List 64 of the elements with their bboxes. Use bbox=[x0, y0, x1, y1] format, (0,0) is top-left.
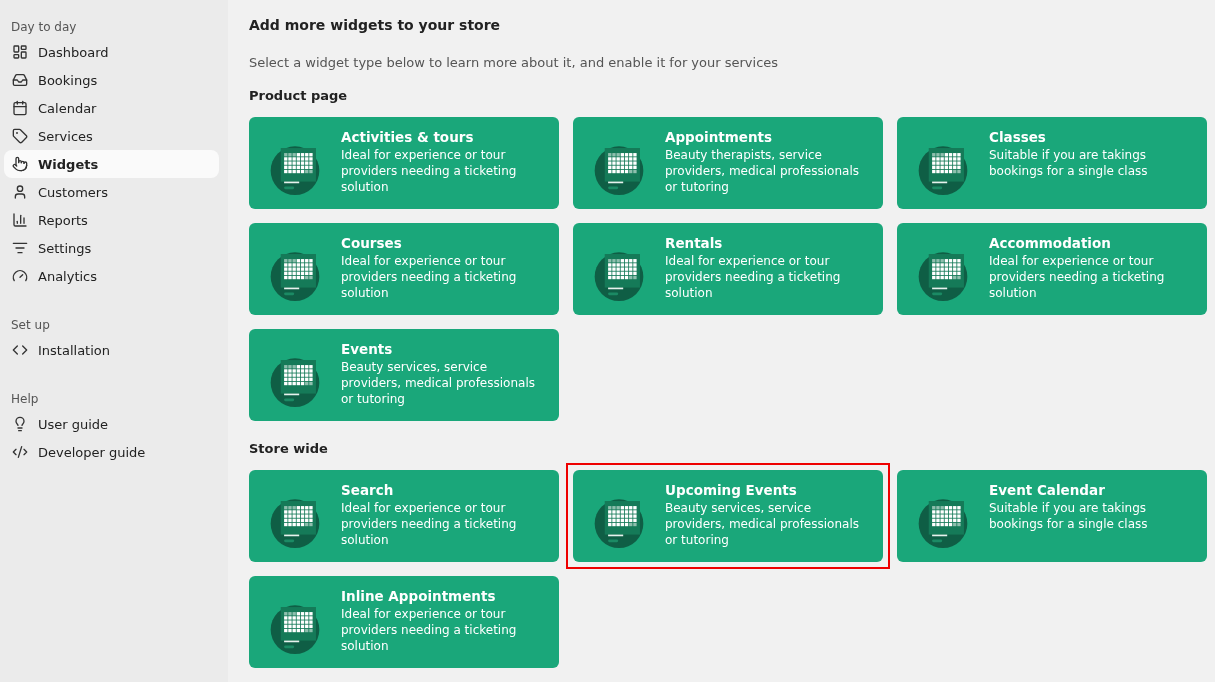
nav-item[interactable]: Bookings bbox=[4, 66, 219, 94]
nav-label: Bookings bbox=[38, 72, 98, 88]
nav-label: Installation bbox=[38, 342, 110, 358]
widget-description: Beauty services, service providers, medical professionals or tutoring bbox=[341, 359, 536, 407]
widget-description: Ideal for experience or tour providers needing a ticketing solution bbox=[341, 253, 518, 301]
group-heading: Store wide bbox=[249, 441, 329, 457]
nav-item[interactable]: Analytics bbox=[4, 262, 219, 290]
tag-icon bbox=[12, 128, 28, 144]
lines-icon bbox=[12, 240, 28, 256]
calendar-icon bbox=[12, 100, 28, 116]
page-title: Add more widgets to your store bbox=[249, 16, 502, 35]
group-heading: Product page bbox=[249, 88, 349, 104]
nav-label: Dashboard bbox=[38, 44, 109, 60]
nav-item[interactable]: Settings bbox=[4, 234, 219, 262]
widget-description: Ideal for experience or tour providers needing a ticketing solution bbox=[341, 500, 518, 548]
nav-item[interactable]: Installation bbox=[4, 336, 219, 364]
widget-description: Ideal for experience or tour providers needing a ticketing solution bbox=[341, 606, 518, 654]
widget-title: Activities & tours bbox=[341, 128, 475, 147]
widget-title: Rentals bbox=[665, 234, 724, 253]
nav-label: Analytics bbox=[38, 268, 98, 284]
widget-description: Beauty services, service providers, medical professionals or tutoring bbox=[665, 500, 860, 548]
person-icon bbox=[12, 184, 28, 200]
bar-chart-icon bbox=[12, 212, 28, 228]
widget-description: Beauty therapists, service providers, medical professionals or tutoring bbox=[665, 147, 860, 195]
nav-label: Developer guide bbox=[38, 444, 146, 460]
nav-label: User guide bbox=[38, 416, 109, 432]
gauge-icon bbox=[12, 268, 28, 284]
inbox-icon bbox=[12, 72, 28, 88]
nav-item[interactable]: Reports bbox=[4, 206, 219, 234]
widget-title: Search bbox=[341, 481, 395, 500]
code-icon bbox=[12, 444, 28, 460]
page-subtitle: Select a widget type below to learn more about it, and enable it for your services bbox=[249, 54, 780, 72]
nav-label: Reports bbox=[38, 212, 88, 228]
dashboard-icon bbox=[12, 44, 28, 60]
nav-label: Customers bbox=[38, 184, 108, 200]
widget-title: Event Calendar bbox=[989, 481, 1106, 500]
widget-title: Events bbox=[341, 340, 394, 359]
section-heading: Day to day bbox=[10, 19, 78, 36]
nav-label: Settings bbox=[38, 240, 92, 256]
nav-item[interactable]: Dashboard bbox=[4, 38, 219, 66]
widget-title: Inline Appointments bbox=[341, 587, 497, 606]
lightbulb-icon bbox=[12, 416, 28, 432]
nav-item[interactable]: User guide bbox=[4, 410, 219, 438]
section-heading: Set up bbox=[10, 317, 51, 334]
widget-description: Ideal for experience or tour providers needing a ticketing solution bbox=[989, 253, 1166, 301]
widget-title: Appointments bbox=[665, 128, 774, 147]
nav-label: Services bbox=[38, 128, 93, 144]
nav-label: Widgets bbox=[38, 156, 99, 172]
section-heading: Help bbox=[10, 391, 40, 408]
nav-item[interactable]: Widgets bbox=[4, 150, 219, 178]
widget-description: Ideal for experience or tour providers needing a ticketing solution bbox=[665, 253, 842, 301]
nav-item[interactable]: Calendar bbox=[4, 94, 219, 122]
widget-title: Classes bbox=[989, 128, 1047, 147]
nav-item[interactable]: Services bbox=[4, 122, 219, 150]
nav-item[interactable]: Customers bbox=[4, 178, 219, 206]
widget-description: Suitable if you are takings bookings for a single class bbox=[989, 500, 1149, 532]
nav-item[interactable]: Developer guide bbox=[4, 438, 219, 466]
widget-description: Suitable if you are takings bookings for a single class bbox=[989, 147, 1149, 179]
nav-label: Calendar bbox=[38, 100, 97, 116]
widget-title: Accommodation bbox=[989, 234, 1112, 253]
widget-title: Courses bbox=[341, 234, 403, 253]
widget-description: Ideal for experience or tour providers needing a ticketing solution bbox=[341, 147, 518, 195]
pointer-hand-icon bbox=[12, 156, 28, 172]
widget-title: Upcoming Events bbox=[665, 481, 798, 500]
